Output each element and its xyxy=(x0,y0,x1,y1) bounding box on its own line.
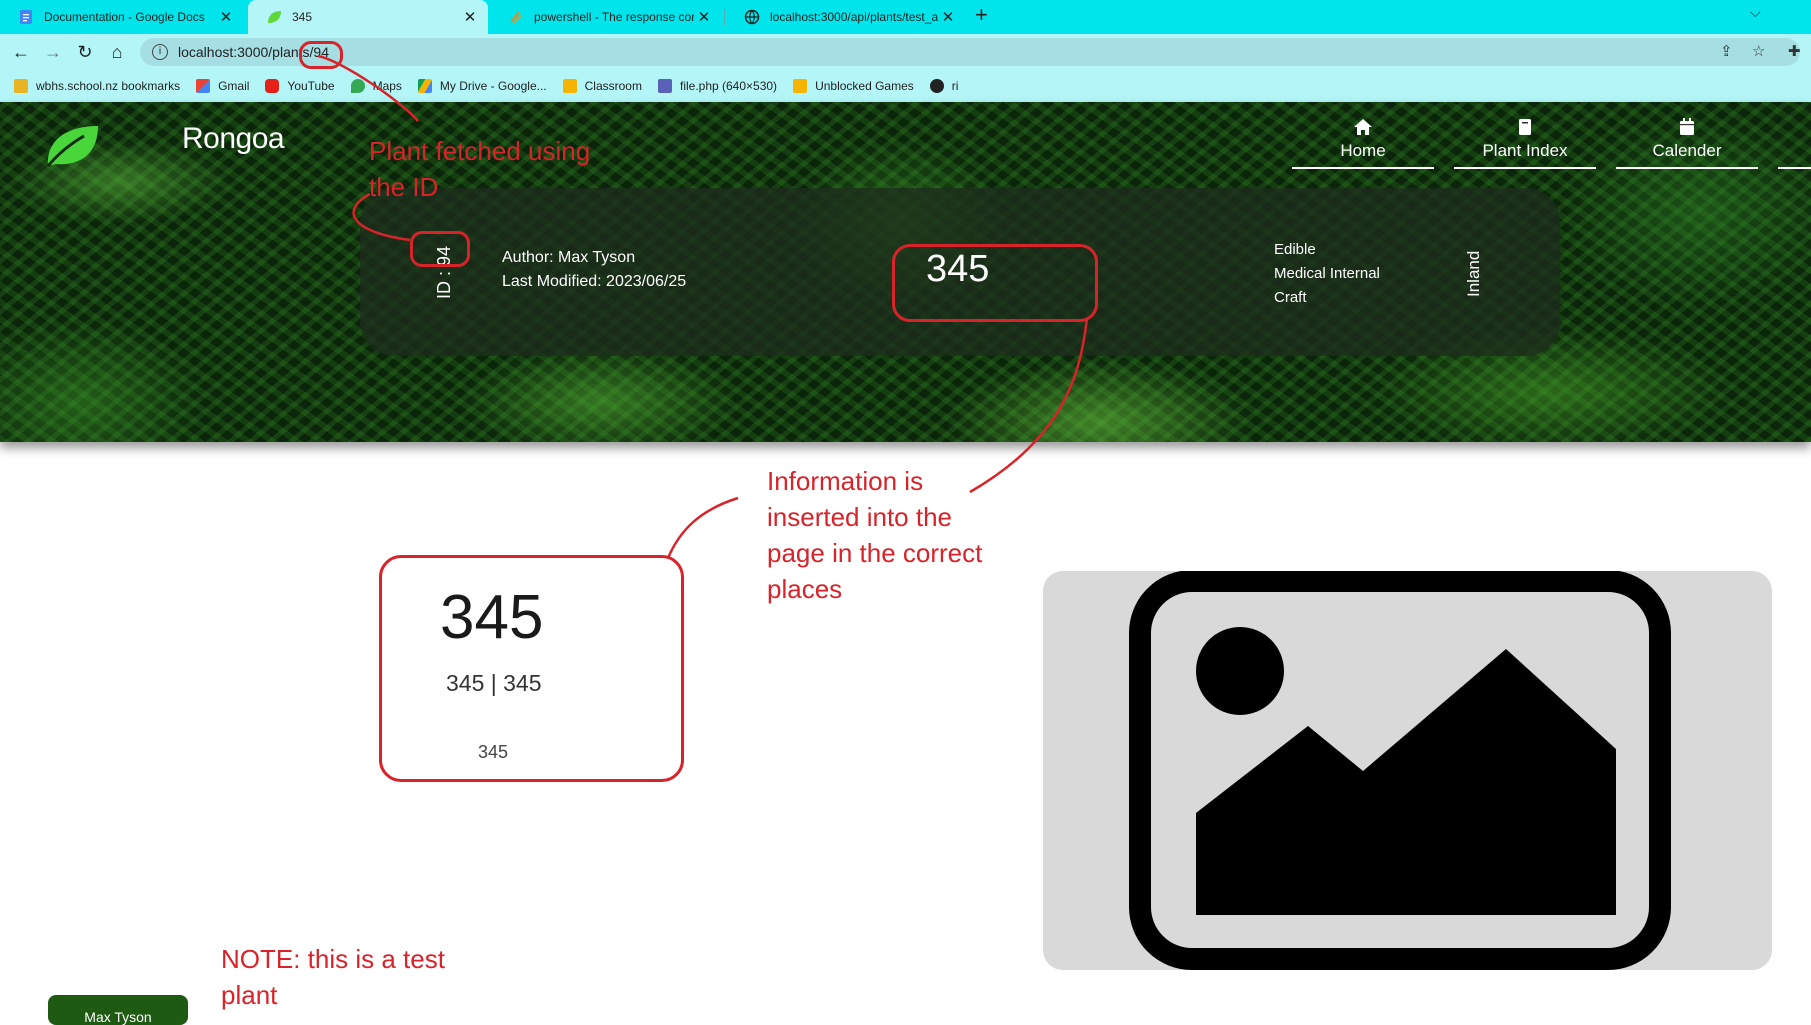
annotation-ring-card-name xyxy=(892,244,1098,322)
use-item: Medical Internal xyxy=(1274,265,1380,282)
nav-item-partial[interactable] xyxy=(1778,114,1811,169)
calendar-icon xyxy=(1680,118,1694,135)
use-item: Craft xyxy=(1274,289,1307,306)
bookmark-item[interactable]: Maps xyxy=(350,79,402,93)
tab-strip: Documentation - Google Docs ✕ 345 ✕ powe… xyxy=(0,0,1811,34)
leaf-icon xyxy=(268,11,281,23)
bookmark-item[interactable]: file.php (640×530) xyxy=(657,79,777,93)
close-icon[interactable]: ✕ xyxy=(460,8,480,26)
browser-chrome: Documentation - Google Docs ✕ 345 ✕ powe… xyxy=(0,0,1811,102)
nav-home[interactable]: Home xyxy=(1292,114,1434,169)
youtube-icon xyxy=(265,79,280,93)
gmail-icon xyxy=(196,79,211,93)
nav-label: Home xyxy=(1340,141,1386,160)
globe-icon xyxy=(744,9,760,25)
plant-location: Inland xyxy=(1464,250,1483,297)
annotation-note: NOTE: this is a test plant xyxy=(221,944,445,1010)
plant-last-modified: Last Modified: 2023/06/25 xyxy=(502,273,687,290)
tab-api-test[interactable]: localhost:3000/api/plants/test_ac ✕ xyxy=(726,0,966,34)
tab-title: powershell - The response conte xyxy=(534,10,694,24)
tab-search-chevron-icon[interactable]: ⌵ xyxy=(1750,4,1761,21)
browser-toolbar: ← → ↻ ⌂ i localhost:3000/plants/94 ⇪ ☆ ✚ xyxy=(0,34,1811,70)
plant-author: Author: Max Tyson xyxy=(502,249,636,266)
tab-title: localhost:3000/api/plants/test_ac xyxy=(770,10,938,24)
site-info-icon[interactable]: i xyxy=(152,44,168,60)
tab-plant-345[interactable]: 345 ✕ xyxy=(248,0,488,34)
share-icon[interactable]: ⇪ xyxy=(1720,42,1733,60)
plant-uses: Edible Medical Internal Craft xyxy=(1274,238,1380,310)
bookmark-item[interactable]: Classroom xyxy=(562,79,642,93)
nav-plant-index[interactable]: Plant Index xyxy=(1454,114,1596,169)
brand-name[interactable]: Rongoa xyxy=(182,122,285,156)
plant-image-placeholder xyxy=(1043,570,1772,970)
google-docs-icon xyxy=(20,10,32,24)
folder-icon xyxy=(14,79,28,93)
bookmark-star-icon[interactable]: ☆ xyxy=(1752,42,1765,60)
back-arrow-icon[interactable]: ← xyxy=(9,40,33,64)
reload-icon[interactable]: ↻ xyxy=(73,40,97,64)
annotation-ring-detail xyxy=(379,555,684,782)
tab-google-docs[interactable]: Documentation - Google Docs ✕ xyxy=(0,0,244,34)
forward-arrow-icon[interactable]: → xyxy=(41,40,65,64)
bookmark-item[interactable]: ri xyxy=(929,79,958,93)
bookmarks-bar: wbhs.school.nz bookmarks Gmail YouTube M… xyxy=(0,70,1811,102)
tab-separator xyxy=(724,9,725,25)
nav-label: Plant Index xyxy=(1482,141,1568,160)
stackoverflow-icon xyxy=(510,11,522,24)
new-tab-button[interactable]: + xyxy=(975,2,988,28)
nav-calender[interactable]: Calender xyxy=(1616,114,1758,169)
bookmark-item[interactable]: wbhs.school.nz bookmarks xyxy=(14,79,180,93)
extensions-icon[interactable]: ✚ xyxy=(1788,42,1801,60)
maps-icon xyxy=(350,79,365,93)
author-button[interactable]: Max Tyson xyxy=(48,995,188,1025)
annotation-ring-card-id xyxy=(410,231,470,267)
bookmark-item[interactable]: Unblocked Games xyxy=(793,79,914,93)
bookmark-item[interactable]: Gmail xyxy=(196,79,249,93)
annotation-fetched: Plant fetched using the ID xyxy=(369,136,591,202)
classroom-icon xyxy=(562,79,577,93)
leaf-logo-icon[interactable] xyxy=(44,120,100,170)
file-icon xyxy=(657,79,672,93)
image-placeholder-icon xyxy=(1129,570,1671,970)
bookmark-item[interactable]: My Drive - Google... xyxy=(417,79,547,93)
address-bar[interactable]: i localhost:3000/plants/94 xyxy=(140,38,1800,66)
tab-title: Documentation - Google Docs xyxy=(44,10,205,24)
annotation-connector xyxy=(666,496,739,559)
home-icon[interactable]: ⌂ xyxy=(105,40,129,64)
nav-label: Calender xyxy=(1652,141,1722,160)
home-icon xyxy=(1354,119,1372,135)
annotation-inserted: Information is inserted into the page in… xyxy=(767,466,983,604)
drive-icon xyxy=(417,79,432,93)
close-icon[interactable]: ✕ xyxy=(216,8,236,26)
use-item: Edible xyxy=(1274,241,1316,258)
bookmark-item[interactable]: YouTube xyxy=(265,79,335,93)
book-icon xyxy=(1519,119,1531,135)
tab-title: 345 xyxy=(292,10,313,24)
globe-icon xyxy=(929,79,944,93)
close-icon[interactable]: ✕ xyxy=(694,8,714,26)
close-icon[interactable]: ✕ xyxy=(938,8,958,26)
annotation-ring-url-id xyxy=(299,41,343,69)
games-icon xyxy=(793,79,808,93)
tab-powershell[interactable]: powershell - The response conte ✕ xyxy=(490,0,722,34)
